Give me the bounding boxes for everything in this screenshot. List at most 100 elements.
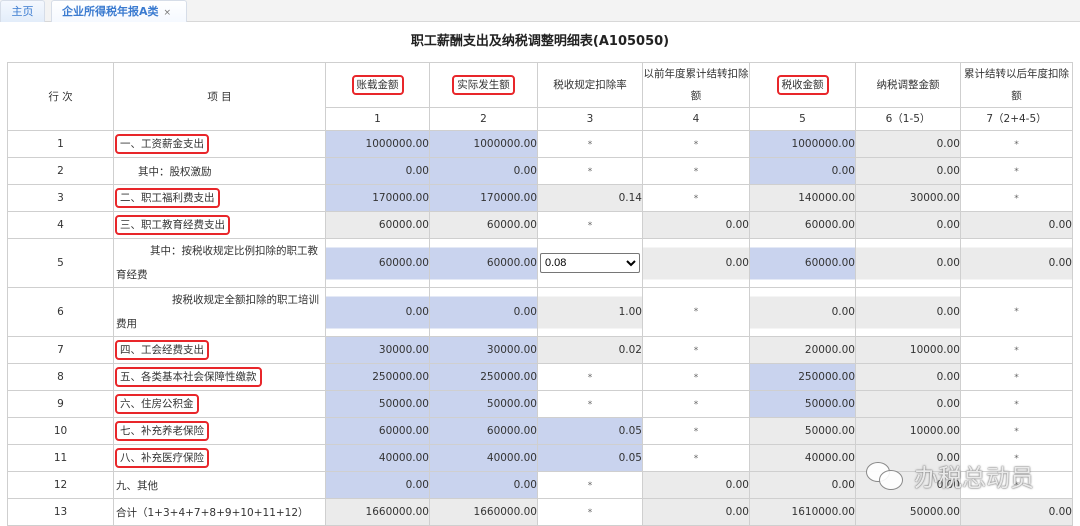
row-number: 8 (7, 363, 114, 391)
cell-col-2[interactable]: 0.00 (429, 471, 538, 499)
cell-col-2[interactable]: 30000.00 (429, 336, 538, 364)
cell-value: 30000.00 (909, 192, 960, 204)
cell-col-2[interactable]: 50000.00 (429, 390, 538, 418)
cell-col-1[interactable]: 60000.00 (325, 238, 430, 288)
row-number: 5 (7, 238, 114, 288)
header-col-2: 实际发生额 (429, 62, 538, 108)
cell-col-5[interactable]: 1000000.00 (749, 130, 856, 158)
cell-col-7: 0.00 (960, 498, 1073, 526)
row-number: 3 (7, 184, 114, 212)
cell-value: 170000.00 (372, 192, 429, 204)
cell-col-1: 1660000.00 (325, 498, 430, 526)
cell-value: 60000.00 (378, 425, 429, 437)
cell-col-2[interactable]: 170000.00 (429, 184, 538, 212)
row-number: 6 (7, 287, 114, 337)
cell-col-1[interactable]: 30000.00 (325, 336, 430, 364)
row-item-label: 三、职工教育经费支出 (115, 215, 230, 235)
not-applicable-mark: * (587, 481, 593, 491)
cell-value: 0.00 (936, 165, 960, 177)
cell-col-5[interactable]: 50000.00 (749, 390, 856, 418)
cell-value: 0.00 (1048, 506, 1072, 518)
cell-col-3[interactable]: 0.05 (537, 417, 643, 445)
cell-value: 50000.00 (804, 425, 855, 437)
cell-value: 0.00 (405, 165, 429, 177)
not-applicable-mark: * (693, 140, 699, 150)
cell-col-2[interactable]: 60000.00 (429, 238, 538, 288)
cell-col-3[interactable]: 0.05 (537, 444, 643, 472)
row-item: 九、其他 (113, 471, 326, 499)
cell-col-3[interactable]: 0.08 (537, 238, 643, 288)
table-row: 8 五、各类基本社会保障性缴款 250000.00 250000.00 * * 250000… (7, 363, 1073, 391)
cell-col-1[interactable]: 250000.00 (325, 363, 430, 391)
cell-col-1[interactable]: 50000.00 (325, 390, 430, 418)
table-row: 2 其中：股权激励 0.00 0.00 * * 0.00 0.00 * (7, 157, 1073, 185)
not-applicable-mark: * (587, 373, 593, 383)
cell-col-7: * (960, 157, 1073, 185)
cell-col-2[interactable]: 0.00 (429, 287, 538, 337)
not-applicable-mark: * (1014, 427, 1019, 437)
tab-home[interactable]: 主页 (0, 0, 45, 22)
cell-value: 0.02 (618, 344, 642, 356)
cell-col-5[interactable]: 250000.00 (749, 363, 856, 391)
cell-col-1[interactable]: 1000000.00 (325, 130, 430, 158)
table-row: 3 二、职工福利费支出 170000.00 170000.00 0.14 * 140000.… (7, 184, 1073, 212)
not-applicable-mark: * (587, 167, 593, 177)
cell-col-7: * (960, 363, 1073, 391)
cell-col-4: * (642, 157, 750, 185)
row-item: 其中：股权激励 (113, 157, 326, 185)
close-icon[interactable]: × (164, 8, 172, 18)
cell-col-6: 50000.00 (855, 498, 961, 526)
cell-col-1[interactable]: 40000.00 (325, 444, 430, 472)
header-tax-amount: 税收金额 (776, 75, 829, 95)
salary-adjustment-table: 行 次 项 目 账载金额 实际发生额 税收规定扣除率 以前年度累计结转扣除额 税… (7, 62, 1073, 526)
row-item: 其中：按税收规定比例扣除的职工教育经费 (113, 238, 326, 288)
cell-col-1: 60000.00 (325, 211, 430, 239)
cell-col-7: * (960, 130, 1073, 158)
cell-col-1[interactable]: 0.00 (325, 471, 430, 499)
cell-col-2[interactable]: 60000.00 (429, 417, 538, 445)
not-applicable-mark: * (693, 346, 699, 356)
cell-value: 60000.00 (804, 257, 855, 269)
cell-col-6: 30000.00 (855, 184, 961, 212)
cell-col-4: * (642, 363, 750, 391)
cell-col-4: * (642, 184, 750, 212)
cell-value: 1660000.00 (473, 506, 537, 518)
cell-col-6: 10000.00 (855, 336, 961, 364)
row-item: 二、职工福利费支出 (113, 184, 326, 212)
table-row: 10 七、补充养老保险 60000.00 60000.00 0.05 * 50000.00 1… (7, 417, 1073, 445)
cell-value: 1000000.00 (365, 138, 429, 150)
cell-col-6: 0.00 (855, 363, 961, 391)
cell-col-2[interactable]: 250000.00 (429, 363, 538, 391)
deduction-rate-select[interactable]: 0.08 (540, 253, 640, 273)
watermark-text: 办税总动员 (914, 464, 1034, 492)
header-num-6: 6（1-5） (855, 107, 961, 131)
not-applicable-mark: * (1014, 167, 1019, 177)
cell-col-2[interactable]: 1000000.00 (429, 130, 538, 158)
header-col-7: 累计结转以后年度扣除额 (960, 62, 1073, 108)
not-applicable-mark: * (1014, 307, 1019, 317)
cell-col-1[interactable]: 0.00 (325, 287, 430, 337)
cell-col-2[interactable]: 40000.00 (429, 444, 538, 472)
cell-col-7: * (960, 287, 1073, 337)
tab-annual-report-a[interactable]: 企业所得税年报A类 × (51, 0, 187, 22)
row-item-label: 五、各类基本社会保障性缴款 (115, 367, 262, 387)
cell-col-5[interactable]: 0.00 (749, 157, 856, 185)
row-item-label: 二、职工福利费支出 (115, 188, 220, 208)
cell-col-5: 0.00 (749, 287, 856, 337)
watermark: 办税总动员 (866, 458, 1034, 493)
cell-col-7: 0.00 (960, 211, 1073, 239)
table-row: 6 按税收规定全额扣除的职工培训费用 0.00 0.00 1.00 * 0.00 0.00 * (7, 287, 1073, 337)
cell-value: 0.00 (725, 479, 749, 491)
row-item-label: 按税收规定全额扣除的职工培训费用 (116, 294, 319, 330)
cell-col-1[interactable]: 60000.00 (325, 417, 430, 445)
cell-col-7: * (960, 390, 1073, 418)
cell-col-5[interactable]: 60000.00 (749, 238, 856, 288)
not-applicable-mark: * (1014, 373, 1019, 383)
cell-col-3: * (537, 363, 643, 391)
cell-col-1[interactable]: 0.00 (325, 157, 430, 185)
cell-col-1[interactable]: 170000.00 (325, 184, 430, 212)
cell-col-2[interactable]: 0.00 (429, 157, 538, 185)
cell-value: 1.00 (618, 306, 642, 318)
table-row: 9 六、住房公积金 50000.00 50000.00 * * 50000.00 0.00 * (7, 390, 1073, 418)
row-item: 一、工资薪金支出 (113, 130, 326, 158)
